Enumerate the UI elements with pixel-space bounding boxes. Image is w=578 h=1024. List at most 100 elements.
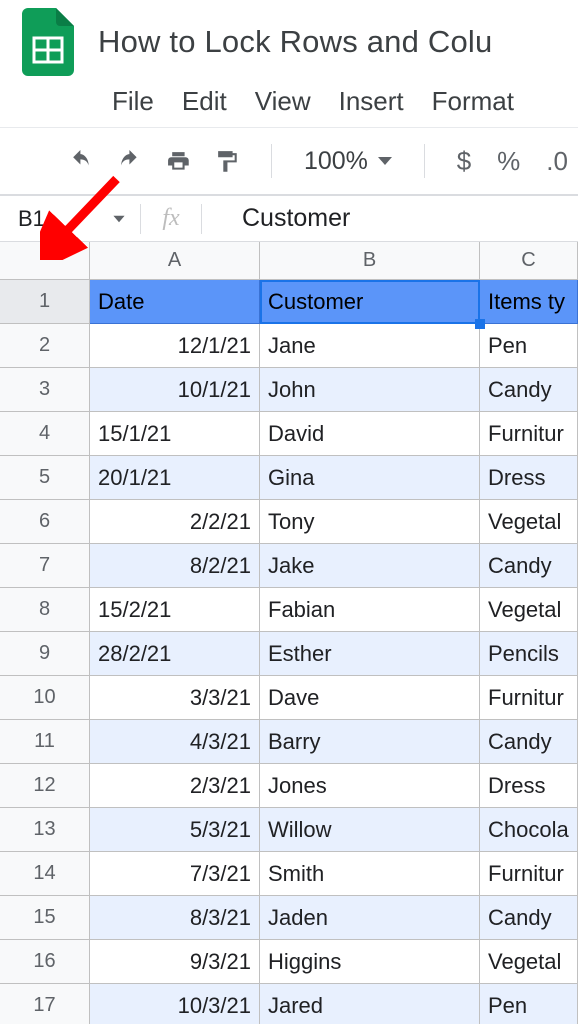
row-header[interactable]: 14 <box>0 852 90 896</box>
cell[interactable]: Dress <box>480 764 578 808</box>
row-header[interactable]: 1 <box>0 280 90 324</box>
row-header[interactable]: 15 <box>0 896 90 940</box>
formula-bar[interactable]: Customer <box>202 204 350 233</box>
cell[interactable]: 15/1/21 <box>90 412 260 456</box>
cell[interactable]: Items ty <box>480 280 578 324</box>
row-header[interactable]: 10 <box>0 676 90 720</box>
row-header[interactable]: 9 <box>0 632 90 676</box>
row-header[interactable]: 16 <box>0 940 90 984</box>
menu-format[interactable]: Format <box>432 86 514 117</box>
cell[interactable]: 7/3/21 <box>90 852 260 896</box>
paint-format-icon[interactable] <box>214 145 239 177</box>
cell[interactable]: Smith <box>260 852 480 896</box>
cell[interactable]: 8/2/21 <box>90 544 260 588</box>
row-header[interactable]: 2 <box>0 324 90 368</box>
redo-icon[interactable] <box>117 145 142 177</box>
cell[interactable]: Furnitur <box>480 852 578 896</box>
row-header[interactable]: 5 <box>0 456 90 500</box>
cell[interactable]: Customer <box>260 280 480 324</box>
cell[interactable]: Vegetal <box>480 588 578 632</box>
cell[interactable]: 9/3/21 <box>90 940 260 984</box>
zoom-selector[interactable]: 100% <box>304 147 392 176</box>
row-header[interactable]: 11 <box>0 720 90 764</box>
cell[interactable]: Jake <box>260 544 480 588</box>
cell[interactable]: 2/2/21 <box>90 500 260 544</box>
menu-bar: File Edit View Insert Format <box>18 76 568 127</box>
cell[interactable]: 15/2/21 <box>90 588 260 632</box>
cell[interactable]: Jane <box>260 324 480 368</box>
column-header-C[interactable]: C <box>480 242 578 280</box>
chevron-down-icon <box>113 215 124 221</box>
menu-view[interactable]: View <box>255 86 311 117</box>
toolbar-divider <box>424 144 425 178</box>
format-percent-button[interactable]: % <box>497 146 520 177</box>
cell[interactable]: Pen <box>480 984 578 1024</box>
cell[interactable]: 8/3/21 <box>90 896 260 940</box>
cell[interactable]: 2/3/21 <box>90 764 260 808</box>
table-row: 928/2/21EstherPencils <box>0 632 578 676</box>
cell[interactable]: Gina <box>260 456 480 500</box>
undo-icon[interactable] <box>68 145 93 177</box>
cell[interactable]: Candy <box>480 544 578 588</box>
menu-edit[interactable]: Edit <box>182 86 227 117</box>
print-icon[interactable] <box>166 145 191 177</box>
cell[interactable]: Date <box>90 280 260 324</box>
cell[interactable]: David <box>260 412 480 456</box>
cell[interactable]: Esther <box>260 632 480 676</box>
cell[interactable]: 10/3/21 <box>90 984 260 1024</box>
cell[interactable]: Pencils <box>480 632 578 676</box>
menu-file[interactable]: File <box>112 86 154 117</box>
cell[interactable]: Barry <box>260 720 480 764</box>
cell[interactable]: 10/1/21 <box>90 368 260 412</box>
cell[interactable]: 20/1/21 <box>90 456 260 500</box>
cell[interactable]: Pen <box>480 324 578 368</box>
format-decimal-button[interactable]: .0 <box>546 146 568 177</box>
cell[interactable]: Dave <box>260 676 480 720</box>
table-row: 147/3/21SmithFurnitur <box>0 852 578 896</box>
cell[interactable]: Fabian <box>260 588 480 632</box>
table-row: 815/2/21FabianVegetal <box>0 588 578 632</box>
name-box[interactable]: B1 <box>0 206 140 232</box>
cell[interactable]: 12/1/21 <box>90 324 260 368</box>
cell[interactable]: Furnitur <box>480 412 578 456</box>
cell[interactable]: Candy <box>480 720 578 764</box>
cell[interactable]: Vegetal <box>480 500 578 544</box>
row-header[interactable]: 3 <box>0 368 90 412</box>
cell[interactable]: Furnitur <box>480 676 578 720</box>
cell[interactable]: Jared <box>260 984 480 1024</box>
cell[interactable]: Willow <box>260 808 480 852</box>
sheets-logo-icon <box>22 8 74 76</box>
cell[interactable]: Jaden <box>260 896 480 940</box>
row-header[interactable]: 13 <box>0 808 90 852</box>
column-header-A[interactable]: A <box>90 242 260 280</box>
cell[interactable]: Jones <box>260 764 480 808</box>
menu-insert[interactable]: Insert <box>339 86 404 117</box>
format-currency-button[interactable]: $ <box>457 146 471 177</box>
cell[interactable]: 4/3/21 <box>90 720 260 764</box>
spreadsheet-grid[interactable]: A B C 1DateCustomerItems ty212/1/21JaneP… <box>0 242 578 1024</box>
cell[interactable]: Tony <box>260 500 480 544</box>
cell[interactable]: Vegetal <box>480 940 578 984</box>
column-header-B[interactable]: B <box>260 242 480 280</box>
cell[interactable]: Higgins <box>260 940 480 984</box>
row-header[interactable]: 12 <box>0 764 90 808</box>
row-header[interactable]: 4 <box>0 412 90 456</box>
cell[interactable]: Chocola <box>480 808 578 852</box>
row-header[interactable]: 8 <box>0 588 90 632</box>
fx-icon: fx <box>141 205 201 232</box>
cell[interactable]: 5/3/21 <box>90 808 260 852</box>
cell[interactable]: 3/3/21 <box>90 676 260 720</box>
cell[interactable]: Candy <box>480 368 578 412</box>
cell[interactable]: Candy <box>480 896 578 940</box>
document-title[interactable]: How to Lock Rows and Colu <box>98 24 492 60</box>
name-box-value: B1 <box>0 206 112 232</box>
cell[interactable]: 28/2/21 <box>90 632 260 676</box>
row-header[interactable]: 6 <box>0 500 90 544</box>
cell[interactable]: John <box>260 368 480 412</box>
row-header[interactable]: 17 <box>0 984 90 1024</box>
cell[interactable]: Dress <box>480 456 578 500</box>
table-row: 310/1/21JohnCandy <box>0 368 578 412</box>
row-header[interactable]: 7 <box>0 544 90 588</box>
select-all-corner[interactable] <box>0 242 90 280</box>
table-row: 1DateCustomerItems ty <box>0 280 578 324</box>
